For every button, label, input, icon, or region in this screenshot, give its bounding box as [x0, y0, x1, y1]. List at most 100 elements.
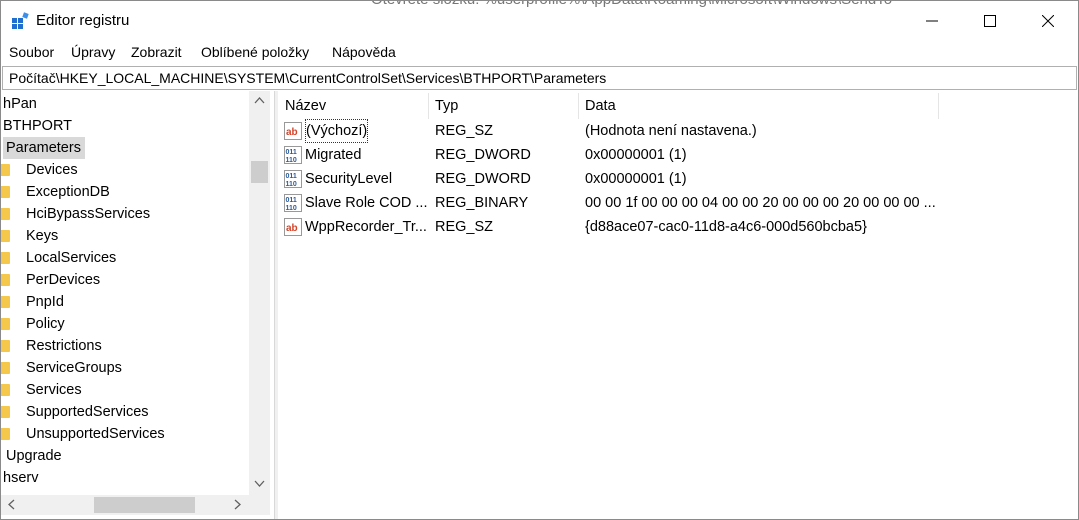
value-data: (Hodnota není nastavena.)	[585, 123, 757, 139]
minimize-icon	[926, 20, 938, 22]
column-divider[interactable]	[428, 93, 429, 119]
tree-item-label: hPan	[3, 96, 37, 112]
tree-item-label: ServiceGroups	[26, 360, 122, 376]
binary-value-icon: 011110	[284, 146, 302, 164]
folder-icon	[1, 384, 10, 396]
table-row[interactable]: ab (Výchozí) REG_SZ (Hodnota není nastav…	[278, 119, 1078, 143]
tree-item[interactable]: PerDevices	[1, 269, 100, 291]
table-row[interactable]: ab WppRecorder_Tr... REG_SZ {d88ace07-ca…	[278, 215, 1078, 239]
tree-item[interactable]: LocalServices	[1, 247, 116, 269]
tree-item[interactable]: UnsupportedServices	[1, 423, 165, 445]
minimize-button[interactable]	[903, 1, 961, 41]
svg-text:ab: ab	[286, 127, 298, 138]
value-name: Slave Role COD ...	[305, 195, 428, 211]
chevron-down-icon[interactable]	[254, 480, 265, 488]
value-data: 0x00000001 (1)	[585, 147, 687, 163]
folder-icon	[1, 318, 10, 330]
tree-item-label: HciBypassServices	[26, 206, 151, 222]
tree-item[interactable]: BTHPORT	[3, 115, 72, 137]
string-value-icon: ab	[284, 122, 302, 140]
tree-vertical-scrollbar[interactable]	[249, 91, 270, 497]
menu-soubor[interactable]: Soubor	[9, 44, 54, 60]
column-header-type[interactable]: Typ	[435, 94, 458, 118]
value-name: Migrated	[305, 147, 362, 163]
binary-value-icon: 011110	[284, 170, 302, 188]
value-type: REG_SZ	[435, 219, 494, 235]
column-header-name[interactable]: Název	[285, 94, 326, 118]
column-divider[interactable]	[578, 93, 579, 119]
background-window-text: Otevřete složku: %userprofile%\AppData\R…	[371, 1, 892, 8]
maximize-button[interactable]	[961, 1, 1019, 41]
vertical-scroll-thumb[interactable]	[251, 161, 268, 183]
tree-item-selected[interactable]: Parameters	[3, 137, 85, 159]
menu-napoveda[interactable]: Nápověda	[332, 44, 396, 60]
key-tree: hPan BTHPORT Parameters Devices Exceptio…	[1, 91, 271, 519]
registry-editor-window: Otevřete složku: %userprofile%\AppData\R…	[0, 0, 1079, 520]
folder-icon	[1, 296, 10, 308]
table-row[interactable]: 011 110 SecurityLevel REG_DWORD 0x0000000…	[278, 167, 1078, 191]
folder-icon	[1, 362, 10, 374]
tree-item-label: Upgrade	[6, 448, 62, 464]
tree-item[interactable]: Upgrade	[6, 445, 62, 467]
chevron-up-icon[interactable]	[254, 96, 265, 104]
folder-icon	[1, 428, 10, 440]
menu-zobrazit[interactable]: Zobrazit	[131, 44, 182, 60]
column-divider[interactable]	[938, 93, 939, 119]
tree-item-label: PerDevices	[26, 272, 101, 288]
value-data: 00 00 1f 00 00 00 04 00 00 20 00 00 00 2…	[585, 195, 936, 211]
value-type: REG_DWORD	[435, 147, 531, 163]
window-title: Editor registru	[36, 12, 130, 29]
values-list: Název Typ Data ab (Výchozí) REG_SZ (Hodn…	[278, 91, 1078, 519]
svg-text:110: 110	[286, 205, 297, 212]
tree-item[interactable]: Policy	[1, 313, 65, 335]
menu-oblibene-polozky[interactable]: Oblíbené položky	[201, 44, 309, 60]
tree-item[interactable]: hserv	[3, 467, 38, 489]
folder-icon	[1, 340, 10, 352]
address-bar[interactable]: Počítač\HKEY_LOCAL_MACHINE\SYSTEM\Curren…	[2, 66, 1077, 90]
tree-item-label: PnpId	[26, 294, 64, 310]
tree-item[interactable]: ExceptionDB	[1, 181, 110, 203]
tree-item-label: Restrictions	[26, 338, 102, 354]
maximize-icon	[984, 15, 996, 27]
value-name: WppRecorder_Tr...	[305, 219, 427, 235]
folder-icon	[1, 164, 10, 176]
tree-item[interactable]: Keys	[1, 225, 58, 247]
tree-item-label: ExceptionDB	[26, 184, 110, 200]
string-value-icon: ab	[284, 218, 302, 236]
column-header-data[interactable]: Data	[585, 94, 616, 118]
tree-item-label: Services	[26, 382, 82, 398]
value-data: {d88ace07-cac0-11d8-a4c6-000d560bcba5}	[585, 219, 867, 235]
close-button[interactable]	[1019, 1, 1077, 41]
svg-text:110: 110	[286, 181, 297, 188]
tree-item-label: Parameters	[6, 140, 81, 156]
tree-item-label: Policy	[26, 316, 65, 332]
table-row[interactable]: 011 110 Migrated REG_DWORD 0x00000001 (1)	[278, 143, 1078, 167]
chevron-right-icon[interactable]	[234, 499, 242, 510]
folder-icon	[1, 208, 10, 220]
tree-item[interactable]: hPan	[3, 93, 37, 115]
tree-item[interactable]: ServiceGroups	[1, 357, 122, 379]
tree-item[interactable]: Services	[1, 379, 82, 401]
tree-item[interactable]: SupportedServices	[1, 401, 149, 423]
value-data: 0x00000001 (1)	[585, 171, 687, 187]
svg-text:011: 011	[286, 197, 297, 204]
tree-item-label: Keys	[26, 228, 59, 244]
tree-item[interactable]: Restrictions	[1, 335, 102, 357]
scrollbar-corner	[249, 495, 270, 515]
tree-item[interactable]: HciBypassServices	[1, 203, 150, 225]
address-text: Počítač\HKEY_LOCAL_MACHINE\SYSTEM\Curren…	[9, 70, 607, 86]
value-name: (Výchozí)	[305, 119, 369, 143]
tree-item[interactable]: PnpId	[1, 291, 64, 313]
tree-item-label: LocalServices	[26, 250, 117, 266]
tree-item[interactable]: Devices	[1, 159, 78, 181]
menu-upravy[interactable]: Úpravy	[71, 44, 115, 60]
chevron-left-icon[interactable]	[7, 499, 15, 510]
folder-icon	[1, 230, 10, 242]
tree-horizontal-scrollbar[interactable]	[1, 495, 249, 515]
registry-editor-icon	[12, 12, 29, 29]
svg-text:110: 110	[286, 157, 297, 164]
horizontal-scroll-thumb[interactable]	[94, 497, 195, 513]
title-bar: Otevřete složku: %userprofile%\AppData\R…	[1, 1, 1078, 41]
tree-item-label: BTHPORT	[3, 118, 73, 134]
table-row[interactable]: 011 110 Slave Role COD ... REG_BINARY 00 …	[278, 191, 1078, 215]
